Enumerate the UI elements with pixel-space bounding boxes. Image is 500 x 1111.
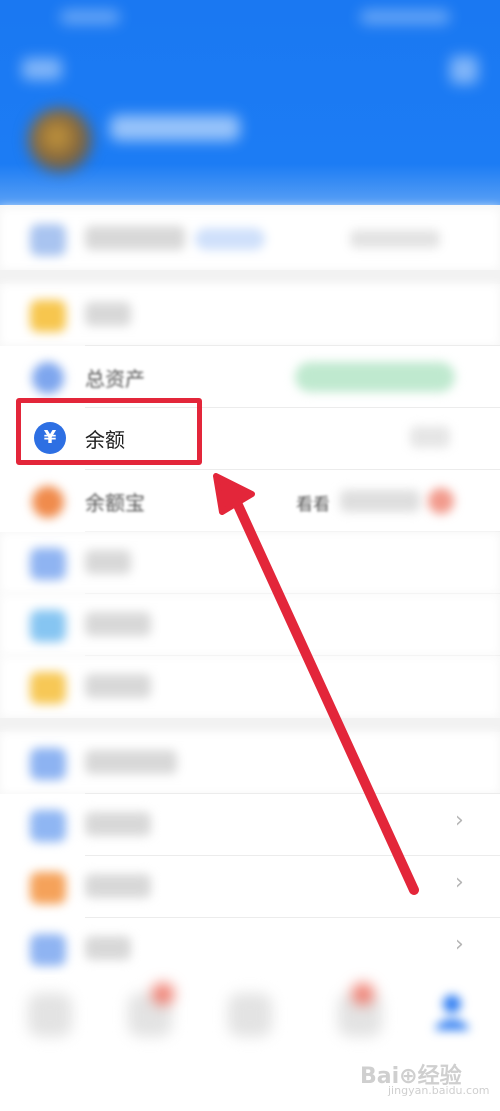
annotation-arrow	[213, 473, 419, 895]
arrow-shaft	[227, 487, 419, 895]
arrow-head	[213, 473, 255, 515]
screen: 总资产 ¥ 余额 余额宝 看看 › › › Bai⊕经验 jingyan.bai…	[0, 0, 500, 1111]
